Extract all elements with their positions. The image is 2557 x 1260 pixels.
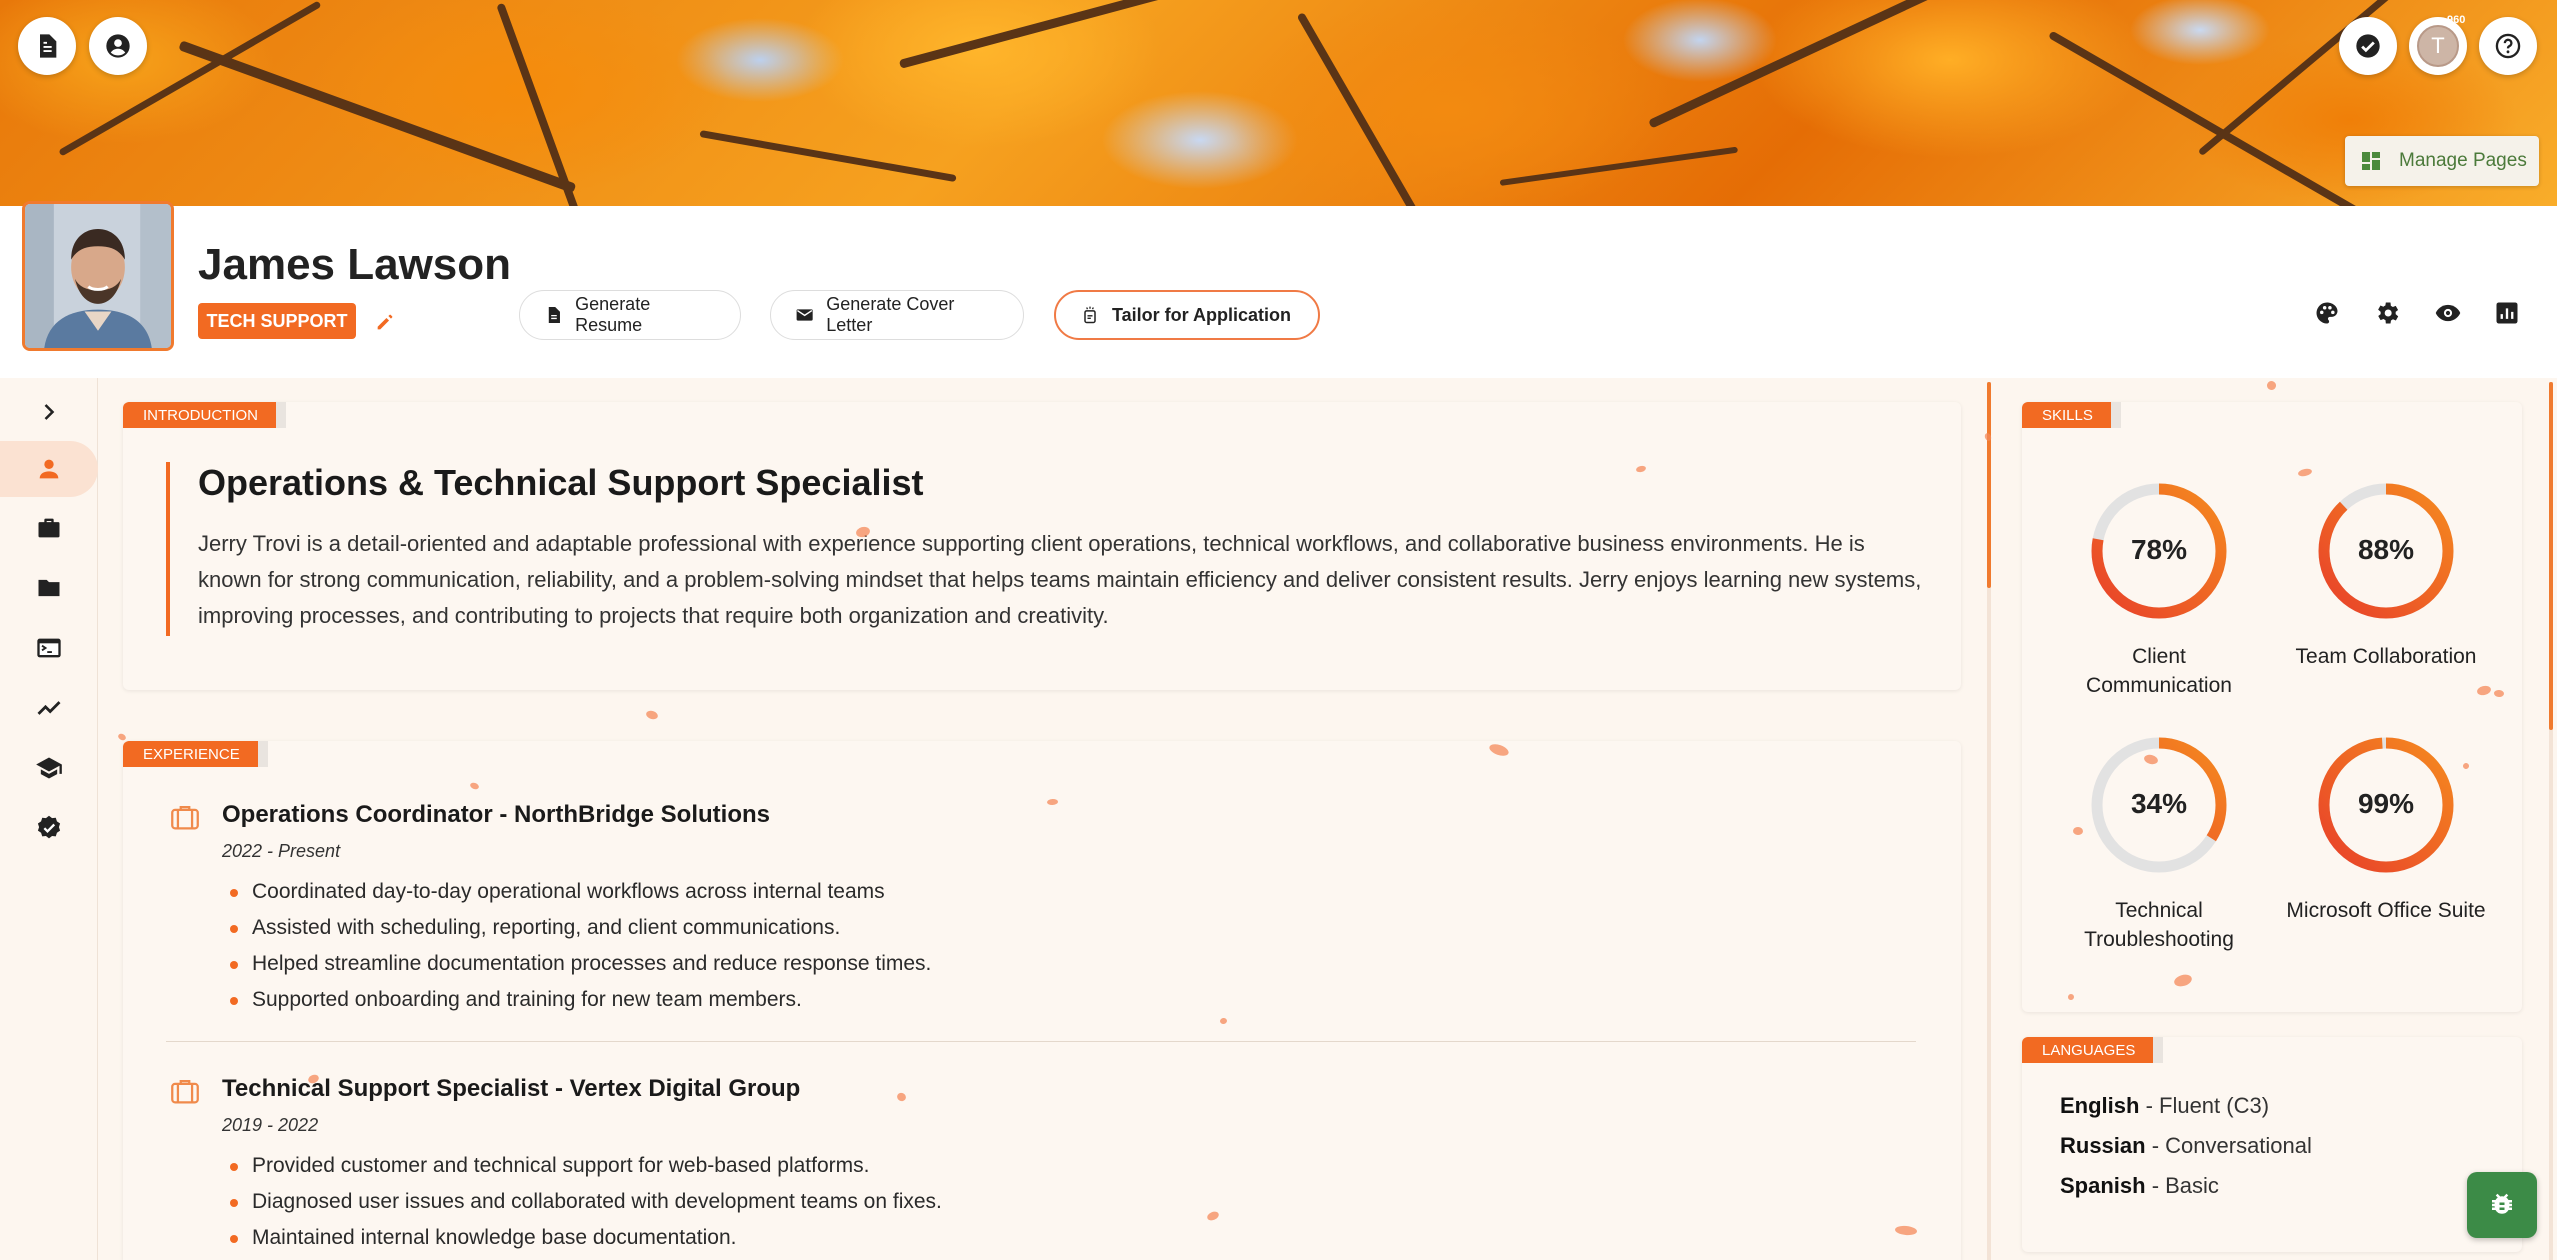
skills-tag: SKILLS: [2022, 402, 2121, 428]
language-name: English: [2060, 1093, 2140, 1118]
user-avatar: T: [2417, 25, 2459, 67]
document-icon: [548, 307, 560, 323]
tailor-for-application-button[interactable]: Tailor for Application: [1054, 290, 1320, 340]
experience-tag: EXPERIENCE: [123, 741, 268, 767]
bug-icon: [2492, 1193, 2512, 1214]
list-item: Assisted with scheduling, reporting, and…: [226, 910, 931, 946]
languages-tag: LANGUAGES: [2022, 1037, 2164, 1063]
account-circle-icon: [106, 34, 130, 58]
sparkle-document-icon: [1084, 306, 1096, 324]
dashboard-icon: [2362, 152, 2380, 170]
language-name: Russian: [2060, 1133, 2146, 1158]
chevron-right-icon: [44, 404, 55, 420]
sidebar-item-trends[interactable]: [0, 680, 98, 736]
falling-petal: [1983, 432, 1993, 442]
language-item: Russian - Conversational: [2060, 1133, 2312, 1159]
list-item: Helped streamline documentation processe…: [226, 946, 931, 982]
job-bullets: Coordinated day-to-day operational workf…: [226, 874, 931, 1018]
list-item: Coordinated day-to-day operational workf…: [226, 874, 931, 910]
report-bug-button[interactable]: [2467, 1172, 2537, 1238]
manage-pages-label: Manage Pages: [2399, 150, 2527, 171]
profile-photo[interactable]: [22, 201, 174, 351]
skill-name: Technical Troubleshooting: [2084, 899, 2234, 951]
profile-name: James Lawson: [198, 240, 512, 289]
document-icon: [40, 34, 57, 58]
list-item: Supported onboarding and training for ne…: [226, 982, 931, 1018]
language-level: - Conversational: [2145, 1133, 2312, 1158]
profile-portrait: [25, 204, 171, 348]
sidebar-item-introduction[interactable]: [0, 441, 98, 497]
introduction-tag: INTRODUCTION: [123, 402, 286, 428]
skill-name: Team Collaboration: [2295, 645, 2477, 668]
notification-count: 960: [2447, 14, 2466, 26]
language-level: - Basic: [2145, 1173, 2219, 1198]
skill-percent: 99%: [2357, 788, 2415, 819]
generate-cover-letter-label: Generate Cover Letter: [826, 294, 955, 335]
falling-petal: [645, 709, 659, 721]
language-name: Spanish: [2060, 1173, 2146, 1198]
check-circle-icon: [2356, 34, 2380, 58]
job-date: 2022 - Present: [222, 841, 341, 861]
language-item: English - Fluent (C3): [2060, 1093, 2269, 1119]
settings-button[interactable]: [2370, 296, 2404, 330]
palette-icon: [2316, 302, 2338, 324]
skill-percent: 34%: [2130, 788, 2188, 819]
falling-petal: [2265, 379, 2278, 392]
list-item: Provided customer and technical support …: [226, 1148, 942, 1184]
folder-icon: [38, 579, 60, 597]
status-check-button[interactable]: [2339, 17, 2397, 75]
sidebar-item-terminal[interactable]: [0, 620, 98, 676]
verified-badge-icon: [37, 815, 61, 839]
intro-title: Operations & Technical Support Specialis…: [198, 462, 924, 503]
falling-petal: [117, 732, 127, 742]
sidebar-expand-toggle[interactable]: [0, 384, 98, 440]
job-title: Operations Coordinator - NorthBridge Sol…: [222, 801, 770, 828]
job-bullets: Provided customer and technical support …: [226, 1148, 942, 1256]
language-item: Spanish - Basic: [2060, 1173, 2219, 1199]
briefcase-icon: [171, 805, 199, 830]
sidebar-item-education[interactable]: [0, 740, 98, 796]
sidebar-item-experience[interactable]: [0, 500, 98, 556]
help-icon: [2495, 33, 2521, 59]
manage-pages-button[interactable]: Manage Pages: [2345, 136, 2539, 186]
job-divider: [166, 1041, 1916, 1042]
list-item: Diagnosed user issues and collaborated w…: [226, 1184, 942, 1220]
edit-pencil-icon[interactable]: [374, 311, 396, 333]
list-item: Maintained internal knowledge base docum…: [226, 1220, 942, 1256]
language-level: - Fluent (C3): [2139, 1093, 2270, 1118]
analytics-button[interactable]: [2490, 296, 2524, 330]
skill-name: Client Communication: [2086, 645, 2232, 697]
documents-button[interactable]: [18, 17, 76, 75]
generate-resume-label: Generate Resume: [575, 294, 651, 335]
graduation-cap-icon: [36, 757, 62, 779]
briefcase-icon: [38, 518, 60, 538]
preview-button[interactable]: [2431, 296, 2465, 330]
briefcase-icon: [171, 1079, 199, 1104]
skill-percent: 88%: [2357, 534, 2415, 565]
person-icon: [39, 459, 59, 479]
help-button[interactable]: [2479, 17, 2537, 75]
analytics-icon: [2496, 302, 2518, 324]
account-button[interactable]: [89, 17, 147, 75]
terminal-icon: [37, 638, 61, 658]
job-date: 2019 - 2022: [222, 1115, 319, 1135]
side-scrollbar-thumb[interactable]: [2549, 382, 2553, 730]
sidebar-item-certifications[interactable]: [0, 800, 98, 856]
trending-up-icon: [37, 701, 61, 715]
cover-banner: [0, 0, 2557, 206]
skill-name: Microsoft Office Suite: [2286, 899, 2486, 922]
generate-cover-letter-button[interactable]: Generate Cover Letter: [770, 290, 1024, 340]
tailor-for-application-label: Tailor for Application: [1112, 304, 1291, 325]
gear-icon: [2378, 302, 2399, 324]
role-badge[interactable]: TECH SUPPORT: [198, 303, 356, 339]
theme-palette-button[interactable]: [2310, 296, 2344, 330]
mail-icon: [796, 309, 813, 321]
eye-icon: [2435, 304, 2461, 322]
generate-resume-button[interactable]: Generate Resume: [519, 290, 741, 340]
sidebar-item-projects[interactable]: [0, 560, 98, 616]
skill-percent: 78%: [2130, 534, 2188, 565]
main-scrollbar-thumb[interactable]: [1987, 382, 1991, 588]
intro-accent-bar: [166, 462, 170, 636]
intro-text: Jerry Trovi is a detail-oriented and ada…: [198, 531, 1922, 628]
